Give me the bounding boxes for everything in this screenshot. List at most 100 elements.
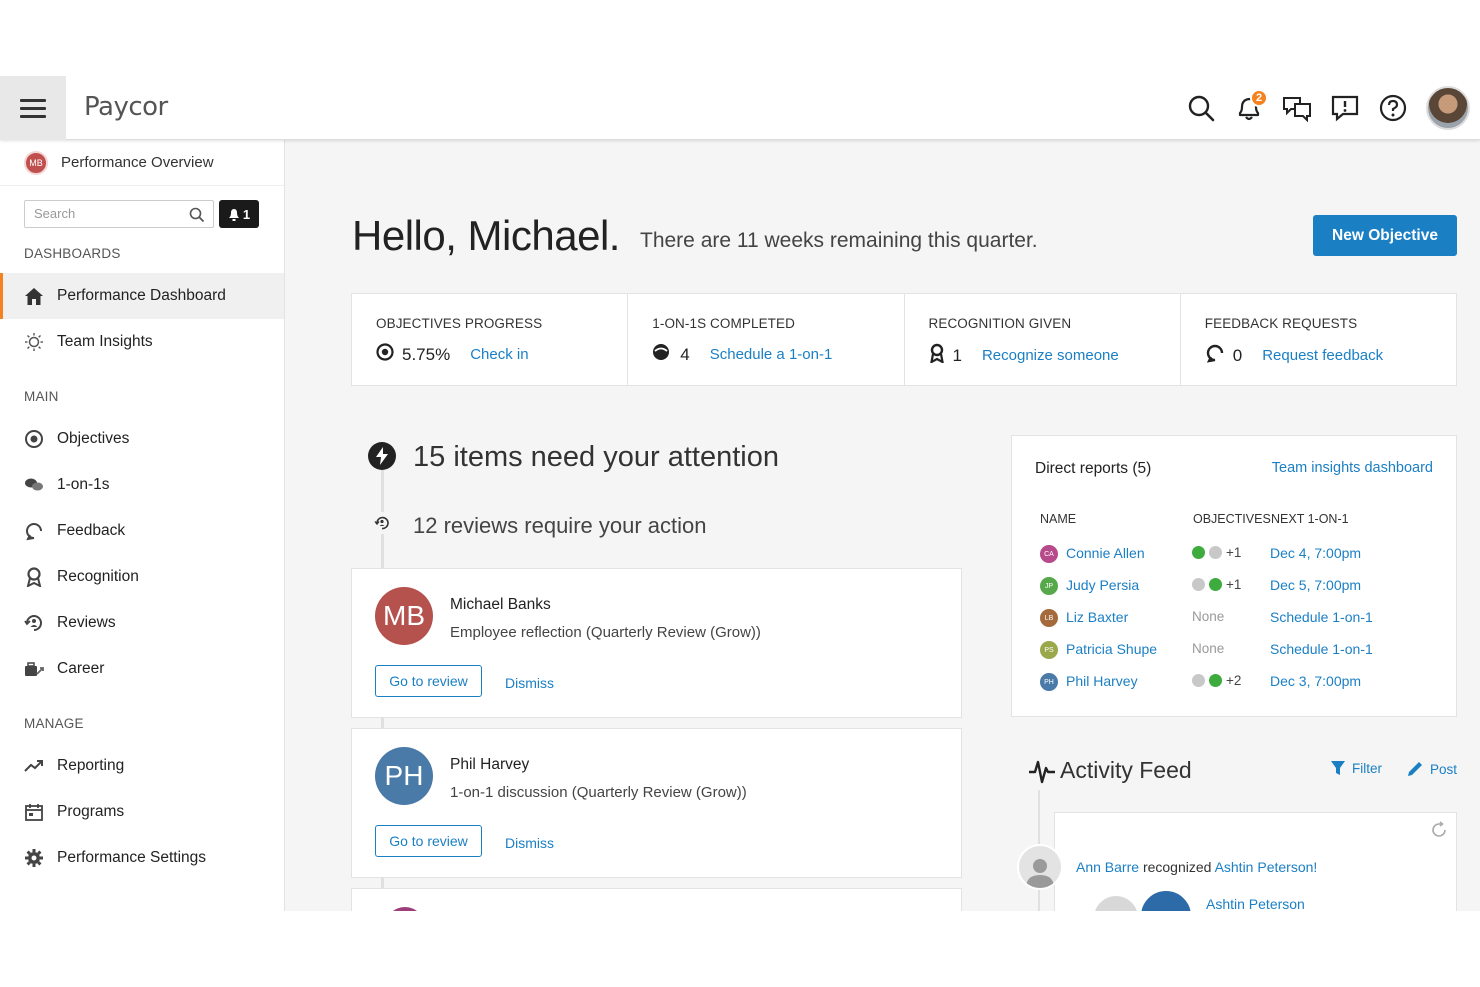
request-feedback-link[interactable]: Request feedback [1262, 347, 1383, 364]
main-section-label: MAIN [0, 389, 284, 404]
sidebar-item-reviews[interactable]: Reviews [0, 600, 284, 646]
alerts-count: 1 [243, 207, 250, 222]
sidebar-item-recognition[interactable]: Recognition [0, 554, 284, 600]
search-icon[interactable] [1186, 93, 1216, 123]
report-name-link[interactable]: Connie Allen [1066, 545, 1145, 561]
sidebar-item-reporting[interactable]: Reporting [0, 743, 284, 789]
search-placeholder: Search [34, 206, 75, 221]
refresh-icon[interactable] [1430, 821, 1448, 844]
stat-title: 1-ON-1S COMPLETED [652, 316, 903, 331]
objectives-status: None [1192, 609, 1224, 624]
target-icon [376, 343, 394, 366]
help-icon[interactable] [1378, 93, 1408, 123]
lightbulb-icon [24, 332, 44, 352]
chat-icon [24, 475, 44, 495]
recipient-link[interactable]: Ashtin Peterson [1206, 896, 1305, 911]
next-1-on-1-link[interactable]: Dec 3, 7:00pm [1270, 673, 1361, 689]
user-avatar[interactable] [1426, 86, 1470, 130]
actor-link[interactable]: Ann Barre [1076, 859, 1139, 875]
dismiss-link[interactable]: Dismiss [505, 835, 554, 851]
stats-panel: OBJECTIVES PROGRESS 5.75% Check in 1-ON-… [351, 293, 1457, 386]
paycor-logo[interactable]: Paycor [84, 92, 168, 122]
new-objective-button[interactable]: New Objective [1313, 215, 1457, 256]
target-icon [24, 429, 44, 449]
recognize-someone-link[interactable]: Recognize someone [982, 347, 1119, 364]
check-in-link[interactable]: Check in [470, 346, 528, 363]
direct-reports-title: Direct reports (5) [1035, 460, 1151, 478]
report-name-link[interactable]: Liz Baxter [1066, 609, 1128, 625]
dismiss-link[interactable]: Dismiss [505, 675, 554, 691]
team-insights-dashboard-link[interactable]: Team insights dashboard [1272, 460, 1433, 476]
lightning-icon [368, 442, 396, 470]
greeting-title: Hello, Michael. [352, 212, 620, 260]
objectives-status: +1 [1192, 577, 1241, 592]
hamburger-icon [20, 99, 46, 118]
schedule-1-on-1-link[interactable]: Schedule a 1-on-1 [710, 346, 833, 363]
target-link[interactable]: Ashtin Peterson! [1215, 859, 1318, 875]
report-name-link[interactable]: Judy Persia [1066, 577, 1139, 593]
objectives-extra: +1 [1226, 577, 1241, 592]
quarter-remaining-text: There are 11 weeks remaining this quarte… [640, 229, 1038, 253]
stat-recognition-given: RECOGNITION GIVEN 1 Recognize someone [905, 294, 1181, 385]
go-to-review-button[interactable]: Go to review [375, 825, 482, 857]
sidebar-item-1-on-1s[interactable]: 1-on-1s [0, 462, 284, 508]
sidebar-item-performance-settings[interactable]: Performance Settings [0, 835, 284, 881]
review-employee-name: Phil Harvey [450, 756, 529, 774]
review-card [351, 888, 962, 911]
search-icon [189, 206, 205, 232]
bell-icon[interactable]: 2 [1234, 93, 1264, 123]
go-to-review-button[interactable]: Go to review [375, 665, 482, 697]
schedule-1-on-1-link[interactable]: Schedule 1-on-1 [1270, 641, 1373, 657]
sidebar-item-label: Reviews [57, 614, 116, 632]
sidebar-item-team-insights[interactable]: Team Insights [0, 319, 284, 365]
column-header-next-1-on-1: NEXT 1-ON-1 [1271, 512, 1349, 526]
attention-title: 15 items need your attention [413, 441, 779, 474]
home-icon [24, 286, 44, 306]
pulse-icon [1028, 758, 1056, 789]
sidebar-item-objectives[interactable]: Objectives [0, 416, 284, 462]
next-1-on-1-link[interactable]: Dec 4, 7:00pm [1270, 545, 1361, 561]
post-button[interactable]: Post [1406, 760, 1457, 778]
activity-verb: recognized [1143, 859, 1212, 875]
reviews-title: 12 reviews require your action [413, 513, 706, 539]
filter-button[interactable]: Filter [1330, 760, 1382, 776]
next-1-on-1-link[interactable]: Dec 5, 7:00pm [1270, 577, 1361, 593]
sidebar-item-feedback[interactable]: Feedback [0, 508, 284, 554]
menu-button[interactable] [0, 76, 66, 140]
status-dot [1192, 546, 1205, 559]
objectives-status: +1 [1192, 545, 1241, 560]
review-icon [24, 613, 44, 633]
award-icon [929, 343, 945, 368]
table-row: LB Liz Baxter None Schedule 1-on-1 [1040, 608, 1440, 628]
stat-value: 0 [1233, 346, 1242, 366]
activity-text: Ann Barre recognized Ashtin Peterson! [1076, 859, 1317, 875]
app-frame: Paycor 2 MB Performance Overview [0, 76, 1480, 911]
alerts-button[interactable]: 1 [219, 200, 259, 228]
sidebar-item-programs[interactable]: Programs [0, 789, 284, 835]
review-description: 1-on-1 discussion (Quarterly Review (Gro… [450, 784, 747, 801]
conversations-icon[interactable] [1282, 93, 1312, 123]
trend-icon [24, 756, 44, 776]
post-label: Post [1430, 762, 1457, 777]
table-row: PS Patricia Shupe None Schedule 1-on-1 [1040, 640, 1440, 660]
feedback-alert-icon[interactable] [1330, 93, 1360, 123]
report-name-link[interactable]: Patricia Shupe [1066, 641, 1157, 657]
performance-overview-label: Performance Overview [61, 154, 214, 171]
performance-overview-item[interactable]: MB Performance Overview [0, 140, 284, 186]
direct-reports-panel: Direct reports (5) Team insights dashboa… [1011, 435, 1457, 717]
sidebar-item-label: Programs [57, 803, 124, 821]
sidebar-item-career[interactable]: Career [0, 646, 284, 692]
stat-value: 4 [680, 345, 689, 365]
schedule-1-on-1-link[interactable]: Schedule 1-on-1 [1270, 609, 1373, 625]
stat-title: FEEDBACK REQUESTS [1205, 316, 1456, 331]
review-card: MB Michael Banks Employee reflection (Qu… [351, 568, 962, 718]
stat-title: RECOGNITION GIVEN [929, 316, 1180, 331]
sidebar-search-input[interactable]: Search [24, 200, 214, 228]
review-description: Employee reflection (Quarterly Review (G… [450, 624, 761, 641]
logo-text: Paycor [84, 92, 168, 122]
calendar-icon [24, 802, 44, 822]
sidebar-item-performance-dashboard[interactable]: Performance Dashboard [0, 273, 284, 319]
status-dot [1192, 578, 1205, 591]
report-name-link[interactable]: Phil Harvey [1066, 673, 1138, 689]
stat-value: 5.75% [402, 345, 450, 365]
